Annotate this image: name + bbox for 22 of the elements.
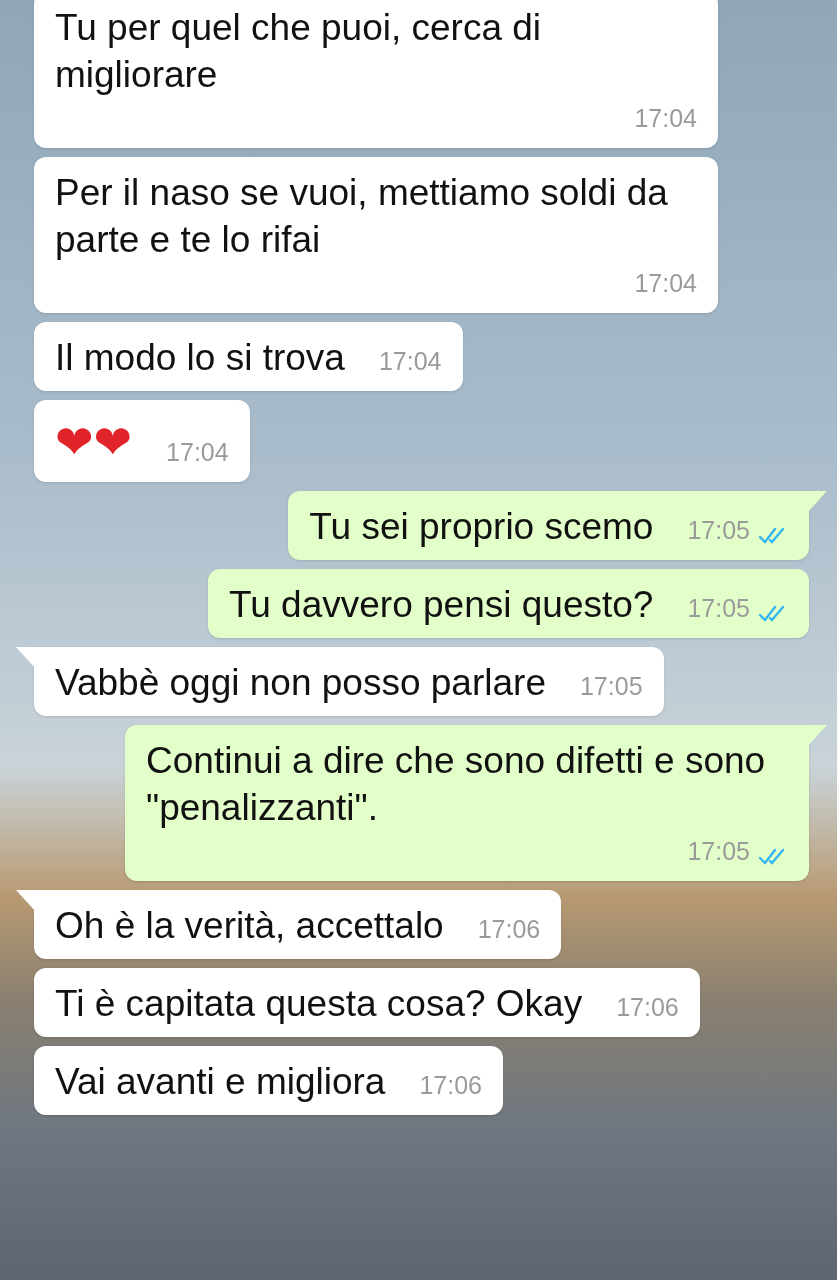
message-time: 17:04 xyxy=(378,346,442,377)
heart-emoji: ❤❤ xyxy=(55,414,133,471)
message-text: Tu sei proprio scemo xyxy=(309,505,654,549)
message-time: 17:05 xyxy=(687,593,750,624)
message-time: 17:04 xyxy=(166,437,229,468)
message-text: Tu per quel che puoi, cerca di migliorare xyxy=(55,6,543,97)
message-time: 17:06 xyxy=(477,914,541,945)
message-text: Ti è capitata questa cosa? Okay xyxy=(55,982,583,1026)
message-text: Oh è la verità, accettalo xyxy=(55,904,444,948)
message-time: 17:05 xyxy=(687,515,750,546)
message-text: Per il naso se vuoi, mettiamo soldi da parte e te lo rifai xyxy=(55,171,669,262)
message-text: Vabbè oggi non posso parlare xyxy=(55,661,546,705)
message-text: Il modo lo si trova xyxy=(55,336,345,380)
message-text: Vai avanti e migliora xyxy=(55,1060,386,1104)
message-text: Tu davvero pensi questo? xyxy=(229,583,654,627)
message-time: 17:04 xyxy=(634,103,697,134)
message-text: Continui a dire che sono difetti e sono "penalizzanti". xyxy=(146,739,767,830)
message-time: 17:06 xyxy=(419,1070,482,1101)
message-time: 17:05 xyxy=(579,671,643,702)
message-time: 17:06 xyxy=(616,992,679,1023)
message-time: 17:04 xyxy=(634,268,697,299)
message-time: 17:05 xyxy=(687,836,750,867)
